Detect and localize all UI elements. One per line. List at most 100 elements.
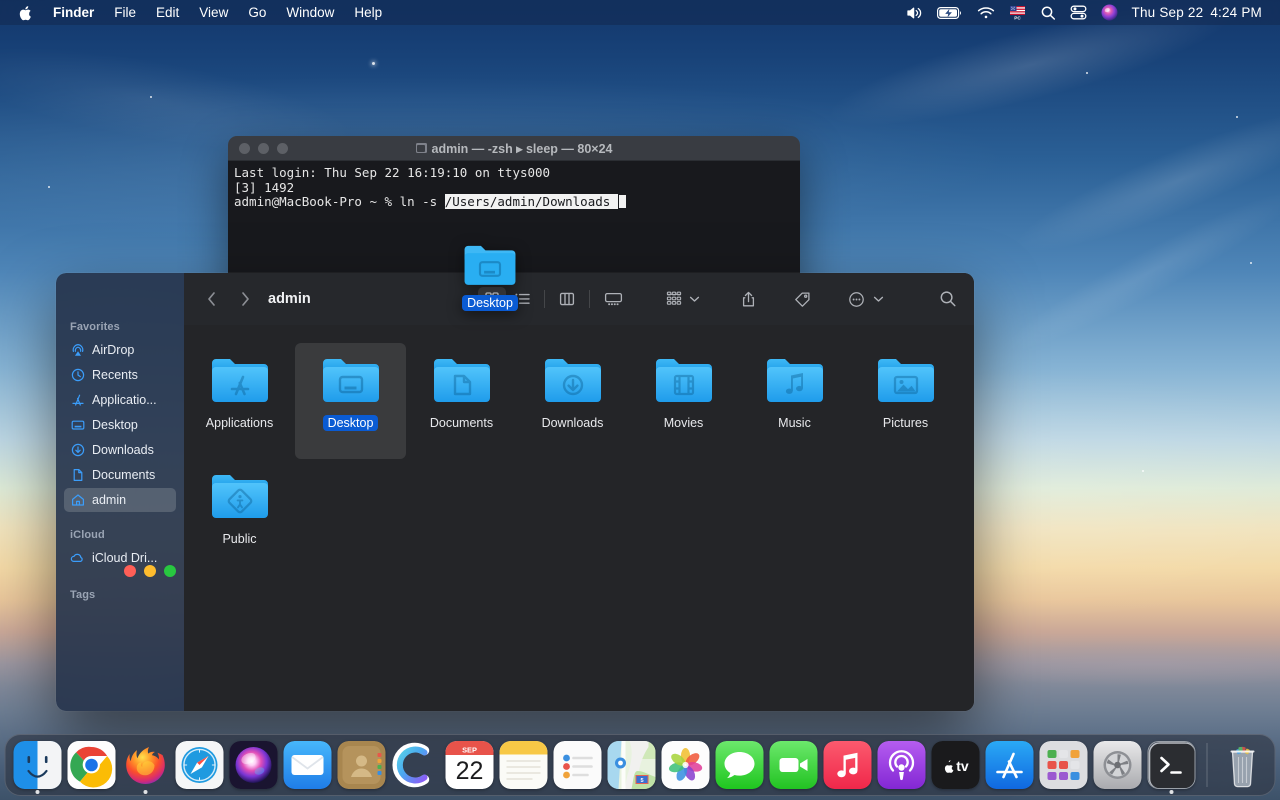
volume-icon[interactable] [906, 6, 923, 20]
file-item-downloads[interactable]: Downloads [517, 343, 628, 459]
document-icon [70, 468, 85, 483]
dock-item-podcasts[interactable] [878, 741, 926, 789]
control-center-icon[interactable] [1070, 5, 1087, 20]
sidebar-item-applications[interactable]: Applicatio... [64, 388, 176, 412]
terminal-title-text: admin — -zsh ▸ sleep — 80×24 [228, 141, 800, 156]
minimize-button[interactable] [144, 565, 156, 577]
desktop[interactable]: Finder File Edit View Go Window Help [0, 0, 1280, 800]
dock-item-finder[interactable] [14, 741, 62, 789]
battery-charging-icon[interactable] [937, 6, 963, 20]
menu-item-finder[interactable]: Finder [43, 2, 104, 23]
finder-window[interactable]: Favorites AirDrop Recents [56, 273, 974, 711]
photos-icon [662, 741, 710, 789]
star [1086, 72, 1088, 74]
sidebar-item-admin[interactable]: admin [64, 488, 176, 512]
menu-item-go[interactable]: Go [238, 2, 276, 23]
dock-item-safari[interactable] [176, 741, 224, 789]
dock-item-contacts[interactable] [338, 741, 386, 789]
input-source-flag-icon[interactable]: PC [1009, 5, 1026, 20]
file-item-music[interactable]: Music [739, 343, 850, 459]
dock-item-firefox[interactable] [122, 741, 170, 789]
facetime-icon [770, 741, 818, 789]
terminal-titlebar[interactable]: admin — -zsh ▸ sleep — 80×24 [228, 136, 800, 161]
search-button[interactable] [934, 287, 962, 311]
dock-item-mail[interactable] [284, 741, 332, 789]
star [1250, 262, 1252, 264]
dock-item-system-preferences[interactable] [1094, 741, 1142, 789]
dock-item-calendar-date[interactable]: SEP 22 [446, 741, 494, 789]
music-icon [824, 741, 872, 789]
reminders-icon [554, 741, 602, 789]
list-view-button[interactable] [508, 287, 536, 311]
contacts-icon [338, 741, 386, 789]
cloud-wisp [1002, 85, 1280, 275]
menu-bar-clock[interactable]: Thu Sep 224:24 PM [1132, 5, 1263, 20]
dock-item-music[interactable] [824, 741, 872, 789]
dock-item-trash[interactable] [1219, 741, 1267, 789]
home-icon [70, 493, 85, 508]
icon-view-button[interactable] [478, 287, 506, 311]
finder-icon [14, 741, 62, 789]
dock-item-photos[interactable] [662, 741, 710, 789]
tags-button[interactable] [788, 287, 816, 311]
siri-icon[interactable] [1101, 4, 1118, 21]
forward-button[interactable] [232, 286, 258, 312]
dock-item-calendar-app[interactable] [392, 741, 440, 789]
file-item-applications[interactable]: Applications [184, 343, 295, 459]
cloud-wisp [990, 173, 1280, 371]
file-item-pictures[interactable]: Pictures [850, 343, 961, 459]
menu-item-edit[interactable]: Edit [146, 2, 189, 23]
chrome-icon [68, 741, 116, 789]
dock-item-notes[interactable] [500, 741, 548, 789]
dock-item-reminders[interactable] [554, 741, 602, 789]
dock-item-terminal[interactable] [1148, 741, 1196, 789]
file-item-label: Documents [425, 415, 498, 431]
folder-downloads-icon [540, 351, 606, 407]
spotlight-search-icon[interactable] [1040, 5, 1056, 21]
close-button[interactable] [124, 565, 136, 577]
file-item-movies[interactable]: Movies [628, 343, 739, 459]
running-indicator [144, 790, 148, 794]
file-item-label: Music [773, 415, 816, 431]
folder-pictures-icon [873, 351, 939, 407]
dock-item-facetime[interactable] [770, 741, 818, 789]
sidebar-section-icloud: iCloud [56, 513, 184, 545]
file-item-public[interactable]: Public [184, 459, 295, 575]
sidebar-item-label: Applicatio... [92, 393, 157, 407]
chevron-down-icon[interactable] [873, 295, 884, 303]
back-button[interactable] [198, 286, 224, 312]
dock-item-maps[interactable]: 5 [608, 741, 656, 789]
menu-item-file[interactable]: File [104, 2, 146, 23]
dock-item-messages[interactable] [716, 741, 764, 789]
dock-item-launchpad[interactable] [1040, 741, 1088, 789]
more-actions-button[interactable] [842, 287, 870, 311]
wifi-icon[interactable] [977, 6, 995, 20]
column-view-button[interactable] [553, 287, 581, 311]
group-by-button[interactable] [662, 287, 686, 311]
finder-file-grid[interactable]: Applications Desktop [184, 325, 974, 711]
gallery-view-button[interactable] [598, 287, 628, 311]
sidebar-item-documents[interactable]: Documents [64, 463, 176, 487]
apple-logo-icon[interactable] [0, 5, 43, 21]
sidebar-item-recents[interactable]: Recents [64, 363, 176, 387]
share-button[interactable] [734, 287, 762, 311]
chevron-down-icon[interactable] [689, 295, 700, 303]
sidebar-item-label: Desktop [92, 418, 138, 432]
menu-item-help[interactable]: Help [344, 2, 392, 23]
file-item-desktop[interactable]: Desktop [295, 343, 406, 459]
star [150, 96, 152, 98]
sidebar-item-desktop[interactable]: Desktop [64, 413, 176, 437]
menu-item-view[interactable]: View [189, 2, 238, 23]
clock-time: 4:24 PM [1210, 5, 1262, 20]
dock-item-app-store[interactable] [986, 741, 1034, 789]
dock-item-google-chrome[interactable] [68, 741, 116, 789]
zoom-button[interactable] [164, 565, 176, 577]
sidebar-item-airdrop[interactable]: AirDrop [64, 338, 176, 362]
file-item-documents[interactable]: Documents [406, 343, 517, 459]
menu-item-window[interactable]: Window [276, 2, 344, 23]
dock-item-siri[interactable] [230, 741, 278, 789]
page-title: admin [268, 291, 311, 307]
sidebar-item-downloads[interactable]: Downloads [64, 438, 176, 462]
terminal-icon [1148, 741, 1196, 789]
dock-item-appletv[interactable]: tv [932, 741, 980, 789]
